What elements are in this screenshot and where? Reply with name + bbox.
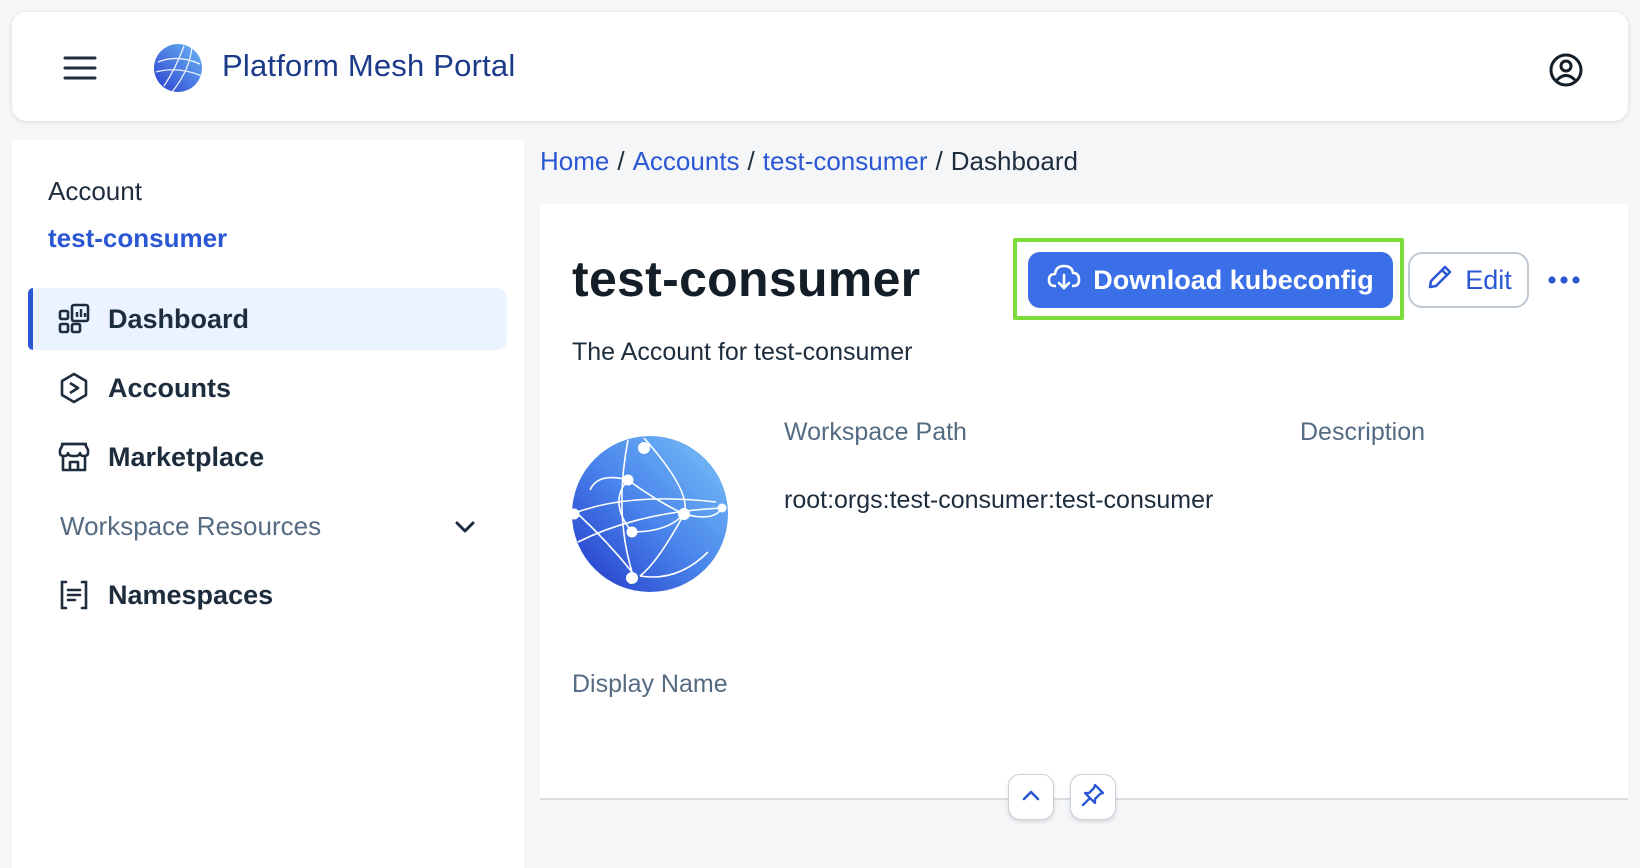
edit-label: Edit <box>1465 264 1512 295</box>
page-title: test-consumer <box>572 251 921 307</box>
sidebar-item-accounts[interactable]: Accounts <box>28 357 507 419</box>
collapse-header-button[interactable] <box>1008 774 1054 820</box>
breadcrumb-current: Dashboard <box>950 146 1078 176</box>
pencil-icon <box>1425 262 1455 299</box>
sidebar-group-label: Workspace Resources <box>60 510 322 541</box>
display-name-label: Display Name <box>572 670 728 698</box>
cloud-download-icon <box>1047 262 1081 299</box>
namespaces-icon <box>54 575 94 615</box>
sidebar-item-namespaces[interactable]: Namespaces <box>28 564 507 626</box>
sidebar-item-marketplace[interactable]: Marketplace <box>28 426 507 488</box>
more-actions-icon[interactable] <box>1540 256 1588 304</box>
sidebar-group-workspace-resources[interactable]: Workspace Resources <box>28 495 507 557</box>
pin-icon <box>1080 782 1106 813</box>
breadcrumb-link-home[interactable]: Home <box>540 146 609 176</box>
chevron-down-icon[interactable] <box>451 513 479 541</box>
sidebar-item-label: Namespaces <box>108 579 274 610</box>
sidebar-item-label: Marketplace <box>108 441 265 472</box>
sidebar-item-dashboard[interactable]: Dashboard <box>28 288 507 350</box>
account-header-value[interactable]: test-consumer <box>48 223 227 254</box>
sidebar-item-label: Accounts <box>108 372 232 403</box>
shell-bar: Platform Mesh Portal <box>12 12 1628 121</box>
edit-button[interactable]: Edit <box>1408 252 1529 308</box>
download-kubeconfig-label: Download kubeconfig <box>1093 264 1374 295</box>
account-header-label: Account <box>48 176 142 206</box>
account-avatar <box>568 432 732 596</box>
accounts-icon <box>54 368 94 408</box>
shell-title: Platform Mesh Portal <box>222 48 516 83</box>
chevron-up-icon <box>1020 784 1042 811</box>
user-account-icon[interactable] <box>1544 48 1588 92</box>
dashboard-icon <box>54 299 94 339</box>
side-navigation: Account test-consumer Dashboard Accounts… <box>12 140 524 868</box>
workspace-path-label: Workspace Path <box>784 418 967 446</box>
breadcrumb-separator: / <box>747 146 755 176</box>
page-subtitle: The Account for test-consumer <box>572 338 913 366</box>
breadcrumb-link-accounts[interactable]: Accounts <box>633 146 740 176</box>
description-label: Description <box>1300 418 1426 446</box>
breadcrumb: Home / Accounts / test-consumer / Dashboard <box>540 146 1078 177</box>
object-page: test-consumer Download kubeconfig Edit T… <box>540 204 1628 820</box>
breadcrumb-separator: / <box>617 146 625 176</box>
pin-header-button[interactable] <box>1070 774 1116 820</box>
platform-mesh-logo[interactable] <box>150 40 206 96</box>
sidebar-item-label: Dashboard <box>108 303 250 334</box>
marketplace-icon <box>54 437 94 477</box>
download-kubeconfig-button[interactable]: Download kubeconfig <box>1028 252 1393 308</box>
workspace-path-value: root:orgs:test-consumer:test-consumer <box>784 486 1214 514</box>
hamburger-menu-icon[interactable] <box>56 48 104 88</box>
breadcrumb-link-test-consumer[interactable]: test-consumer <box>763 146 928 176</box>
breadcrumb-separator: / <box>935 146 943 176</box>
